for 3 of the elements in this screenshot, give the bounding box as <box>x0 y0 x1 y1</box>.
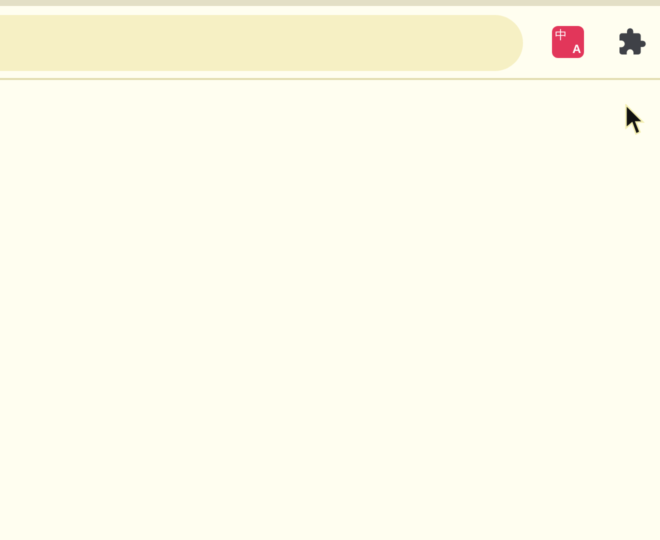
translate-extension-button[interactable]: 中 A <box>552 26 584 58</box>
mouse-cursor-icon <box>625 104 645 138</box>
puzzle-icon[interactable] <box>617 27 647 57</box>
